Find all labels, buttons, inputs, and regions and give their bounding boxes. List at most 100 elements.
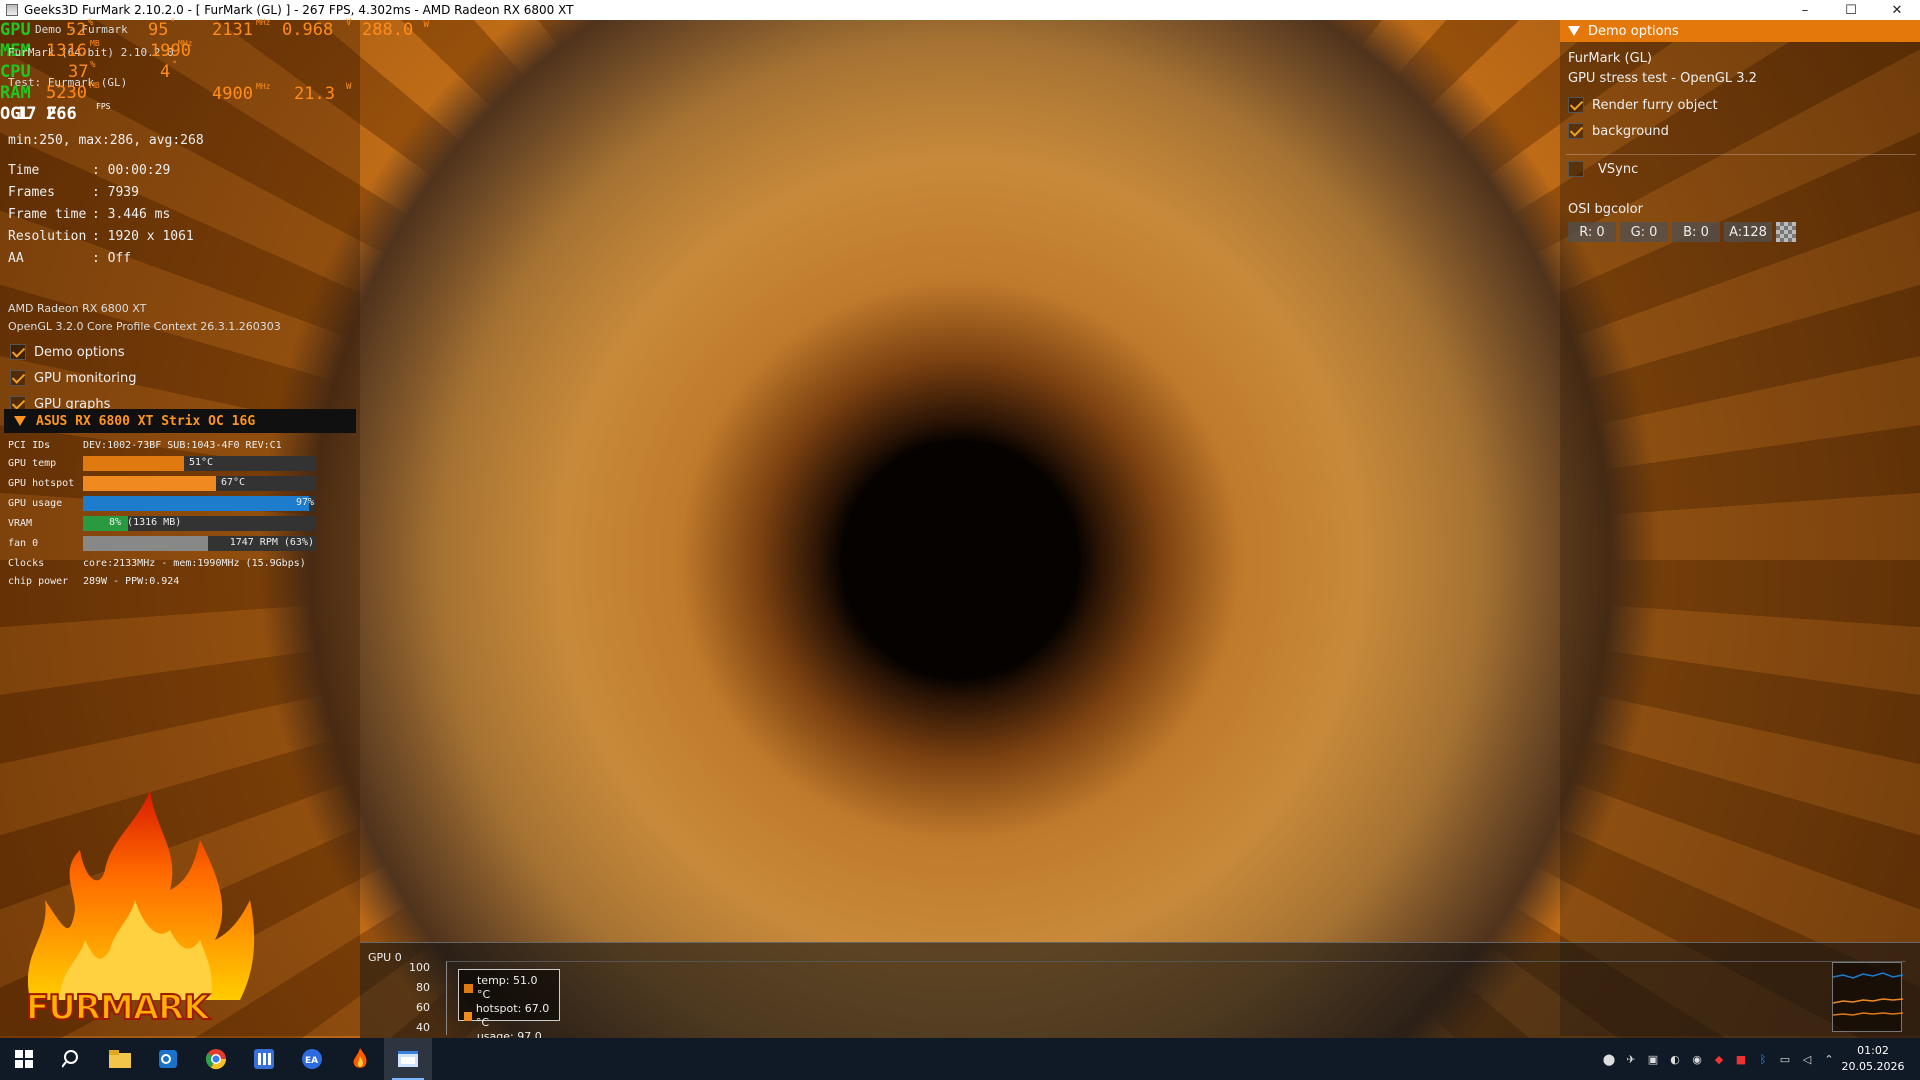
usage-bar: 97% — [83, 495, 316, 511]
close-button[interactable]: ✕ — [1874, 0, 1920, 20]
bgcolor-b-input[interactable]: B: 0 — [1672, 222, 1720, 242]
tray-app2-icon[interactable]: ◉ — [1686, 1038, 1708, 1080]
osd-ogl-fps-unit: FPS — [96, 102, 111, 111]
demo-options-header[interactable]: Demo options — [1560, 20, 1920, 42]
legend-swatch — [464, 983, 473, 993]
checkbox-gpu-monitoring[interactable] — [10, 370, 26, 386]
gpu-monitor-header[interactable]: ASUS RX 6800 XT Strix OC 16G — [4, 409, 356, 433]
tray-discord-icon[interactable]: ◐ — [1664, 1038, 1686, 1080]
monitor-label: GPU hotspot — [8, 477, 75, 489]
osd-cpu-temp-unit: ° — [172, 60, 178, 70]
bgcolor-swatch[interactable] — [1776, 222, 1796, 242]
tray-amd2-icon[interactable]: ■ — [1730, 1038, 1752, 1080]
taskbar-furmark-window[interactable] — [384, 1038, 432, 1080]
taskbar-outlook[interactable] — [144, 1038, 192, 1080]
checkbox-background[interactable] — [1568, 123, 1584, 139]
bgcolor-label: OSI bgcolor — [1568, 202, 1643, 217]
legend-label: hotspot: 67.0 °C — [475, 1002, 550, 1029]
mini-graph-lines — [1832, 972, 1904, 1016]
toggle-label: GPU monitoring — [34, 370, 137, 386]
taskbar-clock[interactable]: 01:02 20.05.2026 — [1840, 1043, 1906, 1075]
taskbar-chrome[interactable] — [192, 1038, 240, 1080]
osd-mem-used: 1316 — [46, 41, 87, 61]
tray-app-icon[interactable]: ▣ — [1642, 1038, 1664, 1080]
tray-ea-icon[interactable]: ⬤ — [1598, 1038, 1620, 1080]
stat-value: : 1920 x 1061 — [92, 229, 194, 244]
tray-chevron-icon[interactable]: ⌃ — [1818, 1038, 1840, 1080]
windows-icon — [15, 1050, 33, 1068]
tray-network-icon[interactable]: ▭ — [1774, 1038, 1796, 1080]
checkbox-render-furry[interactable] — [1568, 97, 1584, 113]
stat-row-aa: AA: Off — [8, 248, 194, 270]
ea-icon: EA — [302, 1049, 322, 1069]
osd-gpu-clock: 2131 — [212, 20, 253, 40]
fan-bar-value: 1747 RPM (63%) — [229, 536, 314, 548]
y-tick: 60 — [416, 1001, 430, 1014]
monitor-value: core:2133MHz - mem:1990MHz (15.9Gbps) — [83, 557, 306, 569]
stats-table: Time: 00:00:29 Frames: 7939 Frame time: … — [8, 160, 194, 270]
toggle-gpu-monitoring[interactable]: GPU monitoring — [10, 370, 137, 386]
gpu-graph-panel: GPU 0 100 80 60 40 temp: 51.0 °C hotspot… — [360, 942, 1920, 1057]
monitor-label: fan 0 — [8, 537, 39, 549]
hotspot-bar: 67°C — [83, 475, 316, 491]
osd-mem-used-unit: MB — [90, 39, 100, 48]
bgcolor-r-input[interactable]: R: 0 — [1568, 222, 1616, 242]
osd-ram-line: RAM 5230 MB — [0, 81, 100, 103]
checkbox-demo-options[interactable] — [10, 344, 26, 360]
start-button[interactable] — [0, 1038, 48, 1080]
tray-network-app-icon[interactable]: ✈ — [1620, 1038, 1642, 1080]
legend-label: temp: 51.0 °C — [476, 974, 538, 1001]
osd-ram-label: RAM — [0, 83, 31, 103]
window-icon — [398, 1051, 418, 1067]
bgcolor-a-input[interactable]: A:128 — [1724, 222, 1772, 242]
legend-item-temp: temp: 51.0 °C — [464, 974, 554, 1002]
monitor-row-power: chip power 289W - PPW:0.924 — [8, 573, 179, 589]
osd-gpu-voltage: 0.968 — [282, 20, 334, 40]
tray-amd-icon[interactable]: ◆ — [1708, 1038, 1730, 1080]
search-button[interactable] — [48, 1038, 96, 1080]
taskbar-ea-app[interactable]: EA — [288, 1038, 336, 1080]
osd-ram-used-unit: MB — [90, 81, 100, 90]
monitor-row-hotspot: GPU hotspot 67°C — [8, 475, 316, 491]
render-furry-option[interactable]: Render furry object — [1568, 97, 1718, 113]
osd-cpu-usage: 37 — [68, 62, 89, 82]
demo-options-panel: Demo options FurMark (GL) GPU stress tes… — [1560, 20, 1920, 1036]
checkbox-vsync[interactable] — [1568, 161, 1584, 177]
vram-bar: 8% (1316 MB) — [83, 515, 316, 531]
tray-volume-icon[interactable]: ◁ — [1796, 1038, 1818, 1080]
taskbar-furmark[interactable] — [336, 1038, 384, 1080]
osd-gpu-label: GPU — [0, 20, 31, 40]
usage-bar-fill — [83, 495, 309, 511]
maximize-button[interactable]: ☐ — [1828, 0, 1874, 20]
taskbar-file-explorer[interactable] — [96, 1038, 144, 1080]
stat-row-time: Time: 00:00:29 — [8, 160, 194, 182]
vsync-option[interactable]: VSync — [1568, 161, 1638, 177]
osd-cpu-line: CPU Test: Furmark (GL) 37 % 4 ° 4900 MHz… — [0, 60, 351, 104]
system-tray: ⬤ ✈ ▣ ◐ ◉ ◆ ■ ᛒ ▭ ◁ ⌃ 01:02 20.05.2026 — [1598, 1038, 1920, 1080]
stat-value: : Off — [92, 251, 132, 266]
stat-row-frametime: Frame time : 3.446 ms — [8, 204, 194, 226]
taskbar-app-grid[interactable] — [240, 1038, 288, 1080]
outlook-icon — [159, 1050, 177, 1068]
bgcolor-g-input[interactable]: G: 0 — [1620, 222, 1668, 242]
gl-context: OpenGL 3.2.0 Core Profile Context 26.3.1… — [8, 320, 281, 333]
graph-title: GPU 0 — [368, 951, 402, 964]
gpu-name: AMD Radeon RX 6800 XT — [8, 302, 147, 315]
furmark-logo: FURMARK — [20, 790, 260, 1030]
monitor-row-vram: VRAM 8% (1316 MB) — [8, 515, 316, 531]
tray-bluetooth-icon[interactable]: ᛒ — [1752, 1038, 1774, 1080]
stat-value: : 3.446 ms — [92, 207, 171, 222]
app-icon — [6, 4, 18, 16]
folder-icon — [109, 1050, 131, 1068]
toggle-demo-options[interactable]: Demo options — [10, 344, 125, 360]
stat-key: Frame time — [8, 207, 87, 222]
background-option[interactable]: background — [1568, 123, 1669, 139]
fan-bar: 1747 RPM (63%) — [83, 535, 316, 551]
osd-ogl-line: OGL 17 F 266 FPS — [0, 102, 110, 124]
fan-bar-fill — [83, 535, 208, 551]
monitor-value: DEV:1002-73BF SUB:1043-4F0 REV:C1 — [83, 439, 282, 451]
osd-gpu-power: 288.0 W — [362, 20, 429, 40]
minimize-button[interactable]: – — [1782, 0, 1828, 20]
osd-gpu-voltage-unit: V — [346, 18, 352, 28]
gpu-monitor-title: ASUS RX 6800 XT Strix OC 16G — [36, 413, 256, 429]
